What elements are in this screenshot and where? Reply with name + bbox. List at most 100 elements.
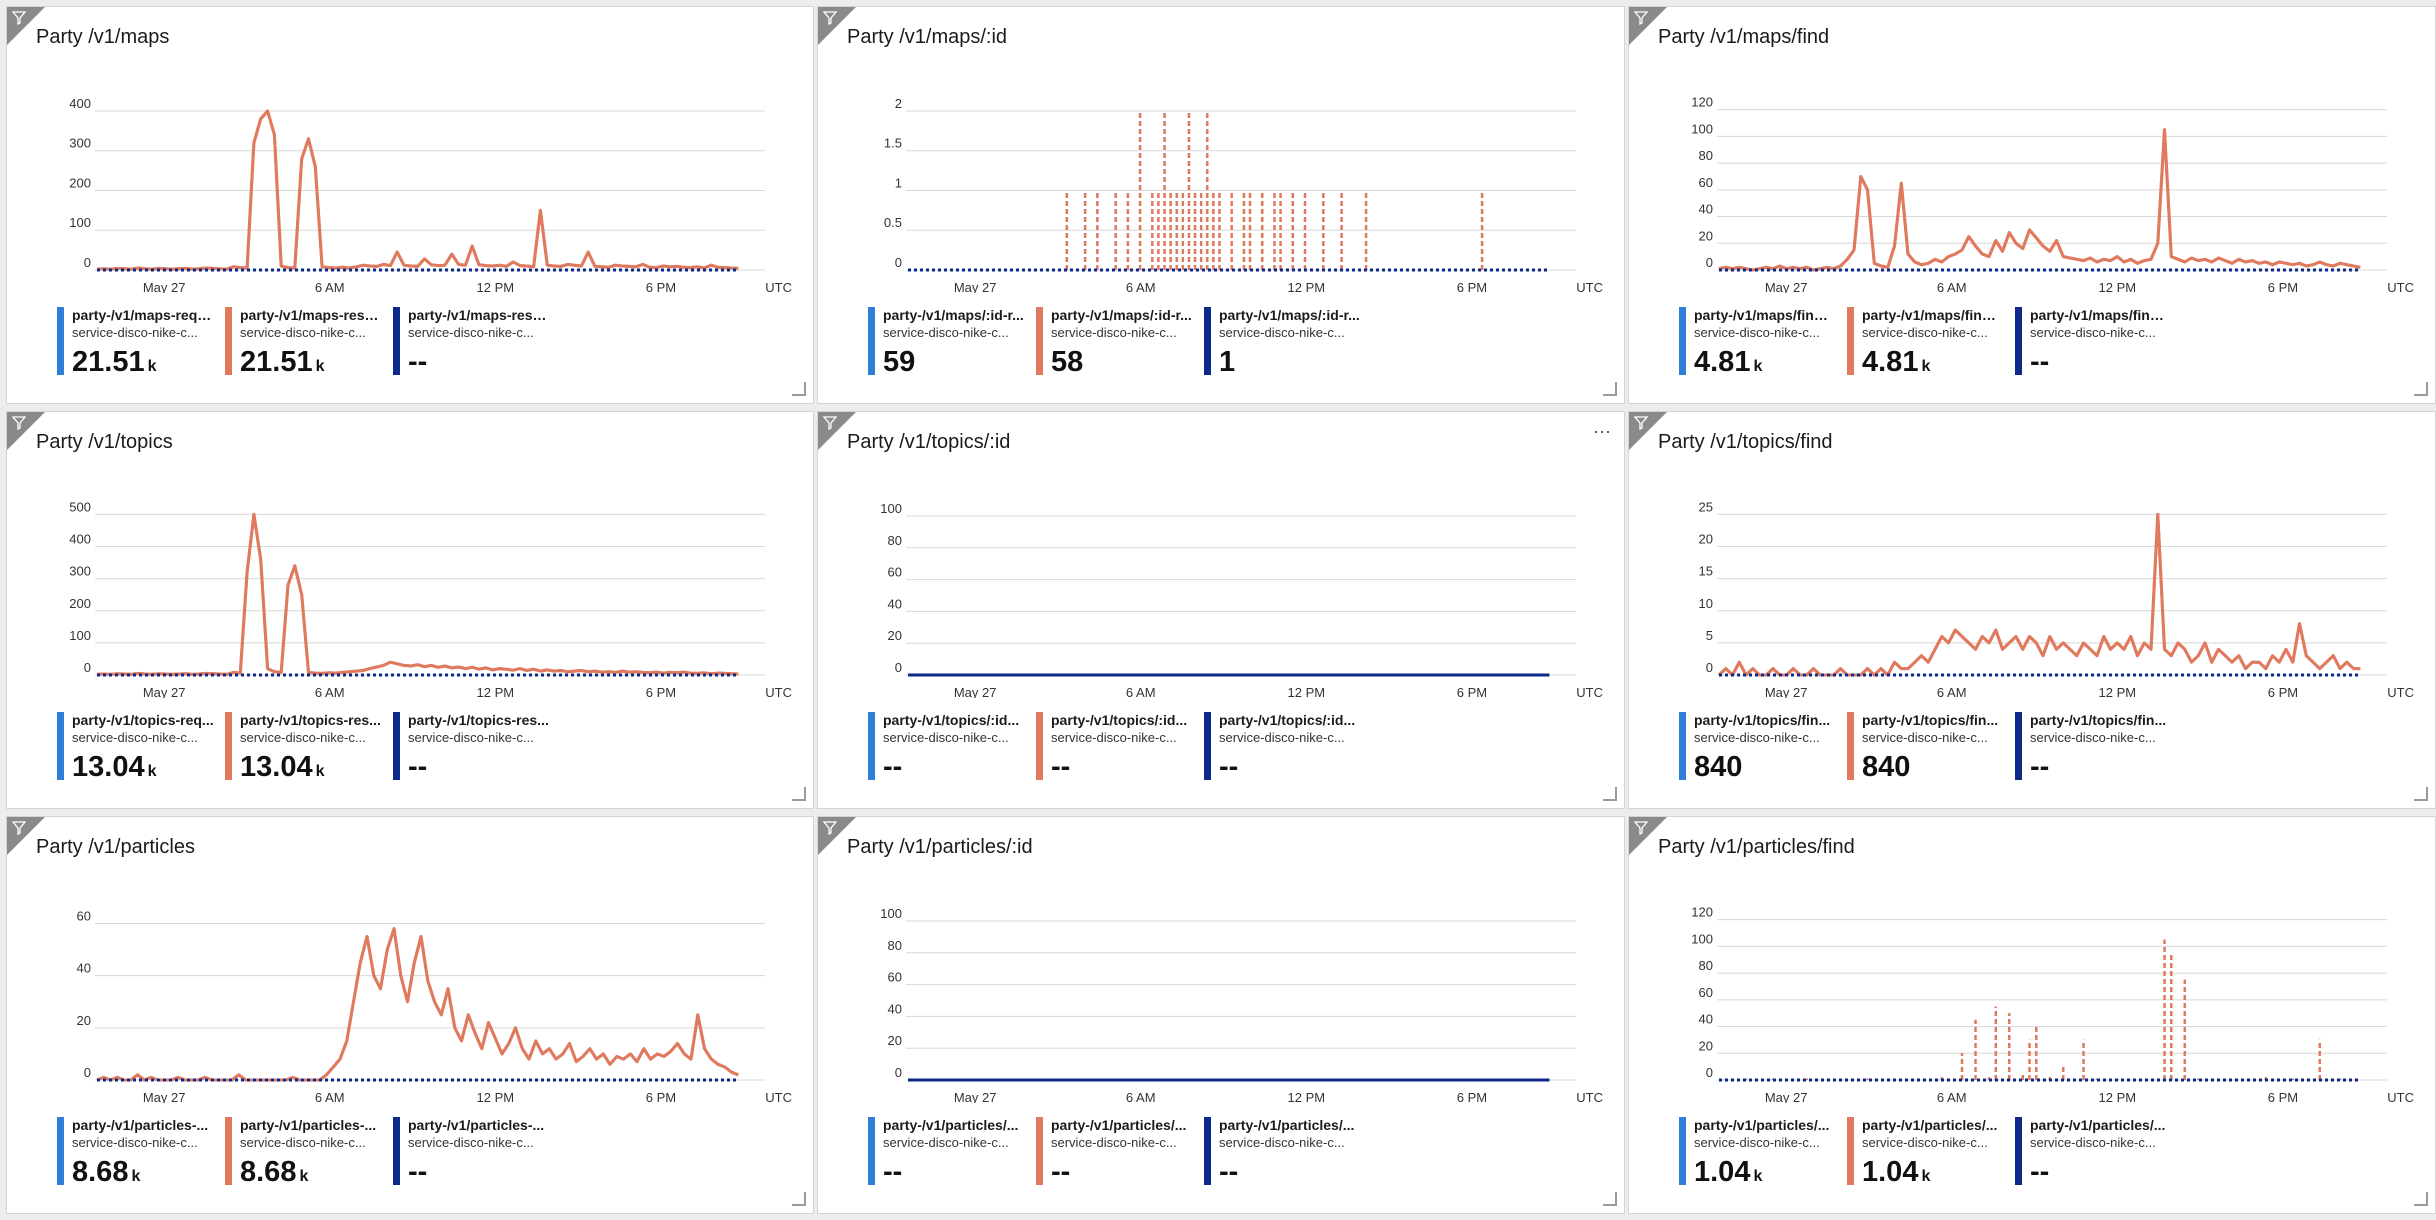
filter-icon <box>12 821 26 835</box>
legend-color-bar <box>393 712 400 780</box>
legend-unit: k <box>315 358 325 375</box>
tile-party-v1-particles-find[interactable]: Party /v1/particles/find 0 20 40 60 80 100 120 M… <box>1628 816 2436 1214</box>
resize-handle[interactable] <box>792 787 806 801</box>
tile-party-v1-topics-id[interactable]: Party /v1/topics/:id ⋯ 0 20 40 60 80 100 May 27 6… <box>817 411 1625 809</box>
tile-party-v1-maps[interactable]: Party /v1/maps 0 100 200 300 400 May 27 6 AM 12 … <box>6 6 814 404</box>
legend-series-source: service-disco-nike-c... <box>1694 325 1820 340</box>
y-tick-label: 300 <box>69 136 91 151</box>
legend-item[interactable]: party-/v1/topics/fin... service-disco-nik… <box>2015 705 2175 783</box>
legend-series-source: service-disco-nike-c... <box>2030 1135 2156 1150</box>
legend-item[interactable]: party-/v1/maps/find-... service-disco-nik… <box>1847 300 2007 378</box>
legend-value-row: 4.81 k <box>1694 346 1762 383</box>
tile-title: Party /v1/maps/:id <box>847 26 1008 48</box>
x-tick-label: 6 PM <box>2268 1090 2298 1103</box>
y-tick-label: 1 <box>895 175 902 190</box>
legend-series-source: service-disco-nike-c... <box>408 730 534 745</box>
legend-item[interactable]: party-/v1/maps-reque... service-disco-nik… <box>57 300 217 378</box>
legend-series-source: service-disco-nike-c... <box>1862 730 1988 745</box>
legend-item[interactable]: party-/v1/topics-req... service-disco-nik… <box>57 705 217 783</box>
y-tick-label: 5 <box>1706 628 1713 643</box>
legend-item[interactable]: party-/v1/maps/:id-r... service-disco-nik… <box>868 300 1028 378</box>
legend-value-row: 58 <box>1051 346 1086 383</box>
x-tick-label: 6 PM <box>1457 1090 1487 1103</box>
legend-item[interactable]: party-/v1/topics/fin... service-disco-nik… <box>1847 705 2007 783</box>
more-options-icon[interactable]: ⋯ <box>1593 422 1612 443</box>
y-tick-label: 60 <box>1699 175 1713 190</box>
legend-series-name: party-/v1/topics/fin... <box>2030 712 2167 728</box>
tile-party-v1-maps-id[interactable]: Party /v1/maps/:id 0 0.5 1 1.5 2 May 27 6 AM 12 … <box>817 6 1625 404</box>
legend-item[interactable]: party-/v1/maps/find-... service-disco-nik… <box>1679 300 1839 378</box>
timezone-label: UTC <box>2387 280 2414 293</box>
y-tick-label: 20 <box>1699 228 1713 243</box>
legend-item[interactable]: party-/v1/topics/:id... service-disco-nik… <box>868 705 1028 783</box>
legend-item[interactable]: party-/v1/topics/:id... service-disco-nik… <box>1204 705 1364 783</box>
x-tick-label: 6 AM <box>1937 1090 1967 1103</box>
legend-value: -- <box>408 1156 428 1188</box>
x-tick-label: May 27 <box>143 685 186 698</box>
legend-item[interactable]: party-/v1/topics-res... service-disco-nik… <box>225 705 385 783</box>
legend-item[interactable]: party-/v1/maps/:id-r... service-disco-nik… <box>1204 300 1364 378</box>
legend-item[interactable]: party-/v1/particles-... service-disco-nik… <box>225 1110 385 1188</box>
tile-party-v1-particles[interactable]: Party /v1/particles 0 20 40 60 May 27 6 AM 12 P… <box>6 816 814 1214</box>
legend-item[interactable]: party-/v1/topics/:id... service-disco-nik… <box>1036 705 1196 783</box>
tile-party-v1-topics-find[interactable]: Party /v1/topics/find 0 5 10 15 20 25 May 27 6 A… <box>1628 411 2436 809</box>
legend-item[interactable]: party-/v1/particles/... service-disco-nik… <box>1847 1110 2007 1188</box>
legend-item[interactable]: party-/v1/particles-... service-disco-nik… <box>393 1110 553 1188</box>
y-tick-label: 20 <box>1699 532 1713 547</box>
resize-handle[interactable] <box>2414 1192 2428 1206</box>
legend-value-row: 1.04 k <box>1694 1156 1762 1193</box>
resize-handle[interactable] <box>1603 382 1617 396</box>
filter-icon <box>823 821 837 835</box>
legend-value-row: 8.68 k <box>72 1156 140 1193</box>
legend-item[interactable]: party-/v1/maps-respo... service-disco-nik… <box>225 300 385 378</box>
legend-series-name: party-/v1/particles/... <box>2030 1117 2166 1133</box>
y-tick-label: 0 <box>84 660 91 675</box>
x-tick-label: 6 PM <box>1457 280 1487 293</box>
tile-title: Party /v1/particles/find <box>1658 836 1855 858</box>
y-tick-label: 80 <box>888 533 902 548</box>
x-tick-label: 6 PM <box>646 685 676 698</box>
x-tick-label: 6 AM <box>1937 685 1967 698</box>
resize-handle[interactable] <box>792 1192 806 1206</box>
legend-color-bar <box>868 712 875 780</box>
legend-item[interactable]: party-/v1/particles/... service-disco-nik… <box>1204 1110 1364 1188</box>
legend-item[interactable]: party-/v1/topics/fin... service-disco-nik… <box>1679 705 1839 783</box>
resize-handle[interactable] <box>1603 1192 1617 1206</box>
resize-handle[interactable] <box>2414 382 2428 396</box>
resize-handle[interactable] <box>2414 787 2428 801</box>
tile-party-v1-topics[interactable]: Party /v1/topics 0 100 200 300 400 500 May 27 6 … <box>6 411 814 809</box>
tile-party-v1-particles-id[interactable]: Party /v1/particles/:id 0 20 40 60 80 100 May 2… <box>817 816 1625 1214</box>
x-tick-label: 6 PM <box>2268 280 2298 293</box>
legend-series-source: service-disco-nike-c... <box>1694 1135 1820 1150</box>
legend-series-name: party-/v1/particles/... <box>1051 1117 1187 1133</box>
legend-item[interactable]: party-/v1/topics-res... service-disco-nik… <box>393 705 553 783</box>
legend-series-name: party-/v1/maps/:id-r... <box>1051 307 1192 323</box>
legend-color-bar <box>1036 1117 1043 1185</box>
resize-handle[interactable] <box>1603 787 1617 801</box>
legend-value-row: 840 <box>1862 751 1913 788</box>
legend-item[interactable]: party-/v1/particles-... service-disco-nik… <box>57 1110 217 1188</box>
legend-color-bar <box>1847 307 1854 375</box>
legend-series-source: service-disco-nike-c... <box>883 1135 1009 1150</box>
legend-value: -- <box>2030 1156 2050 1188</box>
legend-item[interactable]: party-/v1/particles/... service-disco-nik… <box>1679 1110 1839 1188</box>
legend-item[interactable]: party-/v1/particles/... service-disco-nik… <box>1036 1110 1196 1188</box>
legend-value: 13.04 <box>240 751 313 783</box>
legend-item[interactable]: party-/v1/particles/... service-disco-nik… <box>868 1110 1028 1188</box>
legend-item[interactable]: party-/v1/maps-respo... service-disco-nik… <box>393 300 553 378</box>
legend-item[interactable]: party-/v1/maps/find-... service-disco-nik… <box>2015 300 2175 378</box>
legend-series-name: party-/v1/particles-... <box>408 1117 545 1133</box>
line-chart: 0 0.5 1 1.5 2 May 27 6 AM 12 PM 6 PM UTC <box>884 96 1603 293</box>
legend-series-source: service-disco-nike-c... <box>72 730 198 745</box>
legend-series-name: party-/v1/particles-... <box>240 1117 377 1133</box>
legend-series-name: party-/v1/maps/find-... <box>1862 307 2004 323</box>
dashboard-grid: Party /v1/maps 0 100 200 300 400 May 27 6 AM 12 … <box>0 0 2436 1220</box>
tile-title: Party /v1/topics/find <box>1658 431 1833 453</box>
legend-series-name: party-/v1/topics/:id... <box>1051 712 1188 728</box>
resize-handle[interactable] <box>792 382 806 396</box>
legend-item[interactable]: party-/v1/maps/:id-r... service-disco-nik… <box>1036 300 1196 378</box>
y-tick-label: 300 <box>69 564 91 579</box>
tile-party-v1-maps-find[interactable]: Party /v1/maps/find 0 20 40 60 80 100 120 May 27… <box>1628 6 2436 404</box>
legend-item[interactable]: party-/v1/particles/... service-disco-nik… <box>2015 1110 2175 1188</box>
y-tick-label: 40 <box>888 1001 902 1016</box>
